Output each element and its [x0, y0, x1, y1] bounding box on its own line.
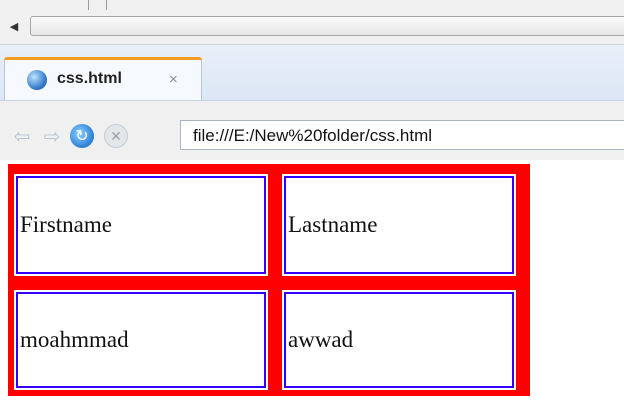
- back-arrow-icon[interactable]: ⇦: [10, 124, 34, 148]
- toolbar-divider: [0, 0, 89, 10]
- cell-firstname-value: moahmmad: [20, 327, 129, 352]
- data-table: Firstname Lastname moahmmad awwad: [8, 164, 530, 396]
- toolbar-divider: [88, 0, 107, 10]
- url-text: file:///E:/New%20folder/css.html: [193, 126, 433, 145]
- page-content: Firstname Lastname moahmmad awwad: [0, 160, 624, 400]
- tab-css-html[interactable]: css.html ×: [4, 57, 202, 102]
- globe-icon: [27, 70, 47, 90]
- active-tab-indicator: [4, 57, 202, 60]
- header-cell-lastname: Lastname: [288, 212, 378, 237]
- forward-arrow-icon[interactable]: ⇨: [40, 124, 64, 148]
- table-cell: Lastname: [280, 172, 518, 278]
- table-cell: awwad: [280, 288, 518, 392]
- reload-icon[interactable]: ↻: [70, 124, 94, 148]
- scroll-left-arrow-icon[interactable]: ◀: [4, 14, 24, 38]
- navigation-bar: ⇦ ⇨ ↻ ✕ file:///E:/New%20folder/css.html: [0, 112, 624, 160]
- stop-icon[interactable]: ✕: [104, 124, 128, 148]
- tab-strip: css.html ×: [0, 44, 624, 113]
- horizontal-scrollbar[interactable]: [30, 16, 624, 36]
- table-cell: moahmmad: [12, 288, 270, 392]
- table-cell: Firstname: [12, 172, 270, 278]
- cell-lastname-value: awwad: [288, 327, 354, 352]
- header-cell-firstname: Firstname: [20, 212, 112, 237]
- address-bar[interactable]: file:///E:/New%20folder/css.html: [180, 120, 624, 150]
- horizontal-scrollbar-area: ◀: [0, 0, 624, 44]
- tab-label: css.html: [57, 70, 122, 87]
- close-icon[interactable]: ×: [169, 71, 178, 88]
